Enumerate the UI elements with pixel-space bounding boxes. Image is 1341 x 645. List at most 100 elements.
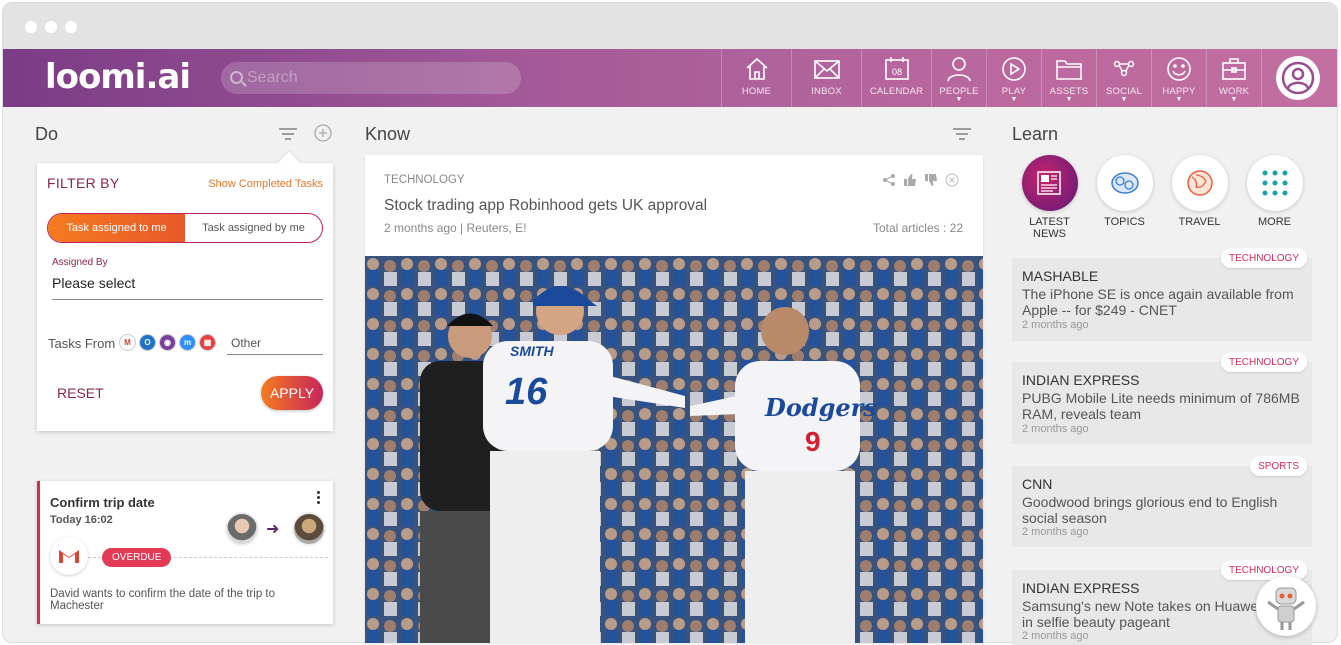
nav-happy[interactable]: HAPPY ▼ (1151, 49, 1206, 107)
learn-topics[interactable]: TOPICS (1087, 155, 1162, 228)
nav-play[interactable]: PLAY ▼ (986, 49, 1041, 107)
app-logo[interactable]: loomi.ai (45, 57, 191, 97)
topics-icon (1096, 155, 1153, 211)
reset-button[interactable]: RESET (57, 385, 104, 401)
news-text: PUBG Mobile Lite needs minimum of 786MB … (1022, 390, 1300, 422)
know-column-title: Know (365, 124, 411, 144)
assigned-by-select[interactable]: Please select (52, 272, 323, 300)
news-source: INDIAN EXPRESS (1022, 372, 1140, 388)
chevron-down-icon: ▼ (1230, 96, 1238, 103)
outlook-source-icon[interactable]: O (139, 334, 156, 351)
news-item[interactable]: SPORTS CNN Goodwood brings glorious end … (1012, 456, 1312, 547)
tasks-from-label: Tasks From (48, 336, 116, 351)
article-total-count: Total articles : 22 (872, 221, 963, 235)
nav-assets[interactable]: ASSETS ▼ (1041, 49, 1096, 107)
article-meta: 2 months ago | Reuters, E! (384, 221, 527, 235)
learn-more[interactable]: MORE (1237, 155, 1312, 228)
calendar-day: 08 (891, 67, 901, 77)
learn-travel[interactable]: TRAVEL (1162, 155, 1237, 228)
more-options-icon[interactable] (317, 491, 321, 506)
nav-calendar[interactable]: 08 CALENDAR (861, 49, 931, 107)
task-description: David wants to confirm the date of the t… (50, 588, 276, 612)
news-text: The iPhone SE is once again available fr… (1022, 286, 1294, 318)
nav-inbox[interactable]: INBOX (791, 49, 861, 107)
article-image[interactable]: SMITH 16 Dodgers 9 (365, 256, 983, 643)
nav-people[interactable]: PEOPLE ▼ (931, 49, 986, 107)
chat-source-icon[interactable]: ◉ (159, 334, 176, 351)
other-source-input[interactable]: Other (227, 333, 323, 355)
calendar-source-icon[interactable]: ▦ (199, 334, 216, 351)
jersey-number-16: 16 (505, 371, 548, 413)
news-item[interactable]: TECHNOLOGY MASHABLE The iPhone SE is onc… (1012, 248, 1312, 341)
gmail-icon (50, 537, 88, 575)
chevron-down-icon: ▼ (1120, 96, 1128, 103)
smiley-icon (1167, 57, 1191, 81)
toggle-assigned-to-me[interactable]: Task assigned to me (48, 214, 185, 242)
article-headline[interactable]: Stock trading app Robinhood gets UK appr… (384, 197, 707, 215)
assigner-avatar (225, 512, 259, 546)
assistant-bot-button[interactable] (1256, 576, 1316, 636)
home-icon (745, 57, 768, 80)
nav-calendar-label: CALENDAR (869, 86, 924, 97)
people-icon (947, 57, 971, 82)
globe-icon (1171, 155, 1228, 211)
news-time: 2 months ago (1022, 423, 1089, 435)
nav-items: HOME INBOX 08 CALENDAR PEOPLE ▼ PLAY ▼ A… (721, 49, 1261, 107)
messenger-source-icon[interactable]: m (179, 334, 196, 351)
gmail-source-icon[interactable]: M (119, 334, 136, 351)
news-source: CNN (1022, 476, 1053, 492)
news-source: MASHABLE (1022, 268, 1099, 284)
jersey-team: Dodgers (764, 393, 877, 422)
news-item[interactable]: TECHNOLOGY INDIAN EXPRESS PUBG Mobile Li… (1012, 352, 1312, 444)
learn-topics-label: TOPICS (1104, 216, 1145, 228)
inbox-icon (813, 60, 840, 79)
user-icon (1281, 61, 1315, 95)
filter-panel: FILTER BY Show Completed Tasks Task assi… (37, 151, 333, 431)
thumbs-up-icon[interactable] (903, 173, 917, 187)
nav-social[interactable]: SOCIAL ▼ (1096, 49, 1151, 107)
calendar-icon: 08 (884, 57, 909, 80)
apply-button[interactable]: APPLY (261, 376, 323, 410)
article-card[interactable]: TECHNOLOGY Stock trading app Robinhood g… (365, 155, 983, 643)
news-tag: SPORTS (1250, 456, 1307, 476)
chevron-down-icon: ▼ (1175, 96, 1183, 103)
share-icon[interactable] (882, 173, 896, 187)
chevron-down-icon: ▼ (1065, 96, 1073, 103)
toggle-assigned-by-me[interactable]: Task assigned by me (185, 214, 322, 242)
show-completed-link[interactable]: Show Completed Tasks (208, 178, 323, 190)
grid-dots-icon (1246, 155, 1303, 211)
nav-work[interactable]: WORK ▼ (1206, 49, 1261, 107)
nav-inbox-label: INBOX (811, 86, 842, 97)
news-text: Samsung's new Note takes on Huawei in se… (1022, 598, 1262, 630)
article-actions (882, 173, 959, 187)
newspaper-icon (1021, 155, 1078, 211)
window-dot-2[interactable] (45, 21, 57, 33)
filter-icon[interactable] (953, 128, 971, 140)
learn-travel-label: TRAVEL (1178, 216, 1221, 228)
learn-column-title: Learn (1012, 124, 1059, 144)
task-source-icons: M O ◉ m ▦ (119, 334, 216, 351)
briefcase-icon (1222, 58, 1246, 80)
assignee-avatar (292, 512, 326, 546)
nav-home-label: HOME (741, 86, 772, 97)
window-dot-3[interactable] (65, 21, 77, 33)
task-card[interactable]: Confirm trip date Today 16:02 ➜ OVERDUE … (37, 481, 333, 624)
news-source: INDIAN EXPRESS (1022, 580, 1140, 596)
nav-home[interactable]: HOME (721, 49, 791, 107)
task-title: Confirm trip date (50, 495, 155, 510)
add-task-icon[interactable] (314, 124, 332, 142)
search-box (221, 62, 521, 94)
chevron-down-icon: ▼ (955, 96, 963, 103)
close-icon[interactable] (945, 173, 959, 187)
search-input[interactable] (247, 62, 507, 94)
thumbs-down-icon[interactable] (924, 173, 938, 187)
news-time: 2 months ago (1022, 319, 1089, 331)
user-avatar-button[interactable] (1261, 49, 1337, 107)
avatar (1276, 56, 1320, 100)
learn-latest-news[interactable]: LATEST NEWS (1012, 155, 1087, 240)
top-navigation: loomi.ai HOME INBOX 08 CALENDAR PEOPLE ▼ (3, 49, 1337, 107)
window-dot-1[interactable] (25, 21, 37, 33)
filter-title: FILTER BY (47, 175, 120, 191)
status-badge: OVERDUE (102, 548, 172, 567)
filter-icon[interactable] (279, 128, 297, 140)
